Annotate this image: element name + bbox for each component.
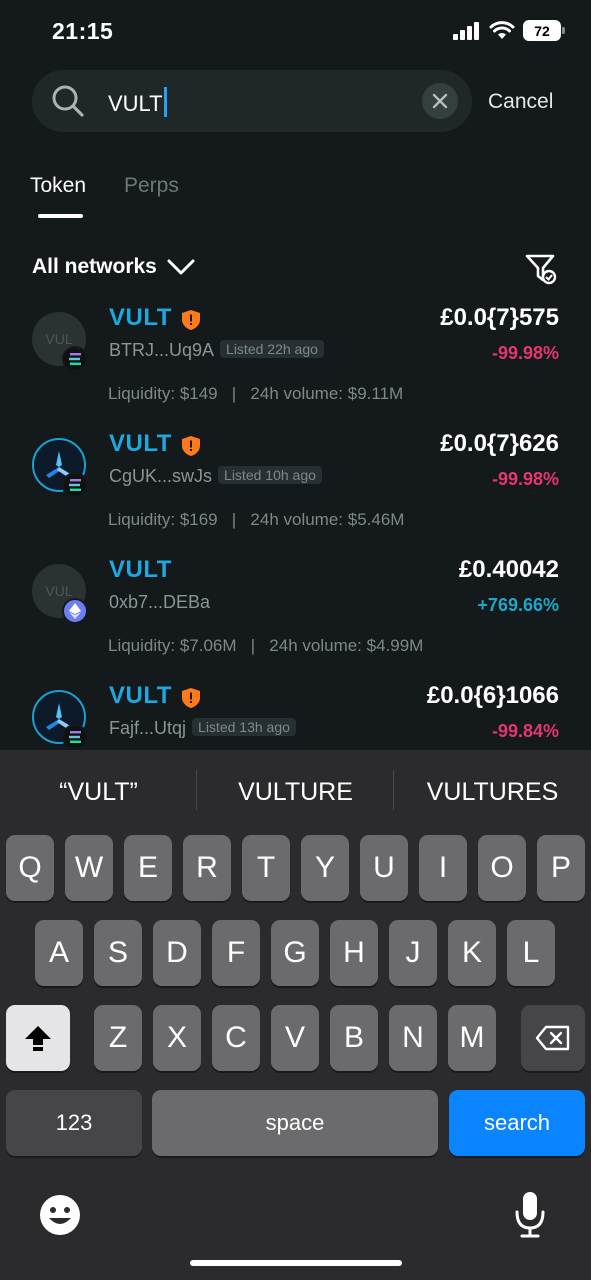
warning-shield-icon	[182, 436, 200, 456]
token-symbol: VULT	[109, 430, 172, 457]
key-w[interactable]: W	[65, 835, 113, 901]
token-price: £0.40042	[458, 556, 559, 583]
token-price: £0.0{7}626	[440, 430, 559, 457]
token-address: CgUK...swJs	[109, 466, 213, 486]
key-p[interactable]: P	[537, 835, 585, 901]
key-t[interactable]: T	[242, 835, 290, 901]
listed-badge: Listed 10h ago	[218, 466, 322, 484]
text-caret	[163, 87, 167, 117]
chevron-down-icon	[167, 259, 195, 275]
token-row[interactable]: VUL VULT 0xb7...DEBa Liquidity: $7.06M |…	[0, 556, 591, 682]
key-i[interactable]: I	[419, 835, 467, 901]
volume-value: 24h volume: $9.11M	[250, 384, 404, 403]
microphone-icon[interactable]	[512, 1190, 548, 1240]
clear-search-button[interactable]	[422, 83, 458, 119]
listed-badge: Listed 22h ago	[220, 340, 324, 358]
key-s[interactable]: S	[94, 920, 142, 986]
key-v[interactable]: V	[271, 1005, 319, 1071]
key-k[interactable]: K	[448, 920, 496, 986]
warning-shield-icon	[182, 688, 200, 708]
shift-icon	[25, 1026, 51, 1051]
wifi-icon	[489, 20, 515, 39]
key-u[interactable]: U	[360, 835, 408, 901]
keyboard: “VULT” VULTURE VULTURES Q W E R T Y U I …	[0, 750, 591, 1280]
solana-icon	[62, 724, 88, 750]
key-m[interactable]: M	[448, 1005, 496, 1071]
suggestion-3[interactable]: VULTURES	[394, 750, 591, 834]
liquidity-value: Liquidity: $169	[108, 510, 218, 529]
tab-token[interactable]: Token	[30, 174, 86, 198]
token-symbol: VULT	[109, 682, 172, 709]
key-j[interactable]: J	[389, 920, 437, 986]
key-b[interactable]: B	[330, 1005, 378, 1071]
liquidity-value: Liquidity: $7.06M	[108, 636, 237, 655]
signal-icon	[453, 21, 479, 40]
token-symbol: VULT	[109, 304, 172, 331]
search-icon	[52, 85, 84, 117]
solana-icon	[62, 346, 88, 372]
home-indicator[interactable]	[190, 1260, 402, 1266]
token-price: £0.0{7}575	[440, 304, 559, 331]
close-icon	[432, 93, 448, 109]
token-stats: Liquidity: $149 | 24h volume: $9.11M	[108, 384, 404, 403]
space-key[interactable]: space	[152, 1090, 438, 1156]
liquidity-value: Liquidity: $149	[108, 384, 218, 403]
suggestion-1[interactable]: “VULT”	[0, 750, 197, 834]
key-c[interactable]: C	[212, 1005, 260, 1071]
price-change: -99.98%	[491, 343, 559, 363]
key-x[interactable]: X	[153, 1005, 201, 1071]
warning-shield-icon	[182, 310, 200, 330]
key-q[interactable]: Q	[6, 835, 54, 901]
network-selector[interactable]: All networks	[32, 255, 195, 279]
token-row[interactable]: VULT CgUK...swJs Listed 10h ago Liquidity…	[0, 430, 591, 556]
search-query: VULT	[108, 87, 167, 117]
status-icons: 72	[453, 20, 565, 41]
backspace-icon	[535, 1025, 570, 1051]
cancel-button[interactable]: Cancel	[488, 90, 553, 114]
token-row[interactable]: VUL VULT BTRJ...Uq9A Listed 22h ago Liqui…	[0, 304, 591, 430]
token-address: BTRJ...Uq9A	[109, 340, 215, 360]
ethereum-icon	[62, 598, 88, 624]
key-n[interactable]: N	[389, 1005, 437, 1071]
key-o[interactable]: O	[478, 835, 526, 901]
price-change: -99.84%	[491, 721, 559, 741]
token-address: 0xb7...DEBa	[109, 592, 211, 612]
tab-perps[interactable]: Perps	[124, 174, 179, 198]
key-r[interactable]: R	[183, 835, 231, 901]
search-input[interactable]: VULT	[32, 70, 472, 132]
token-symbol: VULT	[109, 556, 172, 583]
token-price: £0.0{6}1066	[426, 682, 559, 709]
suggestion-2[interactable]: VULTURE	[197, 750, 394, 834]
numbers-key[interactable]: 123	[6, 1090, 142, 1156]
emoji-icon[interactable]	[38, 1193, 82, 1237]
backspace-key[interactable]	[521, 1005, 585, 1071]
token-stats: Liquidity: $169 | 24h volume: $5.46M	[108, 510, 405, 529]
price-change: -99.98%	[491, 469, 559, 489]
volume-value: 24h volume: $4.99M	[269, 636, 424, 655]
solana-icon	[62, 472, 88, 498]
key-l[interactable]: L	[507, 920, 555, 986]
active-tab-indicator	[38, 214, 83, 218]
search-key[interactable]: search	[449, 1090, 585, 1156]
token-address: Fajf...Utqj	[109, 718, 187, 738]
key-g[interactable]: G	[271, 920, 319, 986]
battery-icon: 72	[523, 20, 565, 41]
filter-icon[interactable]	[524, 252, 558, 286]
status-bar: 21:15 72	[0, 0, 591, 64]
key-h[interactable]: H	[330, 920, 378, 986]
key-e[interactable]: E	[124, 835, 172, 901]
key-a[interactable]: A	[35, 920, 83, 986]
listed-badge: Listed 13h ago	[192, 718, 296, 736]
shift-key[interactable]	[6, 1005, 70, 1071]
key-y[interactable]: Y	[301, 835, 349, 901]
key-d[interactable]: D	[153, 920, 201, 986]
network-selector-label: All networks	[32, 255, 157, 278]
token-stats: Liquidity: $7.06M | 24h volume: $4.99M	[108, 636, 424, 655]
volume-value: 24h volume: $5.46M	[250, 510, 405, 529]
price-change: +769.66%	[477, 595, 559, 615]
key-z[interactable]: Z	[94, 1005, 142, 1071]
status-time: 21:15	[52, 18, 114, 44]
key-f[interactable]: F	[212, 920, 260, 986]
